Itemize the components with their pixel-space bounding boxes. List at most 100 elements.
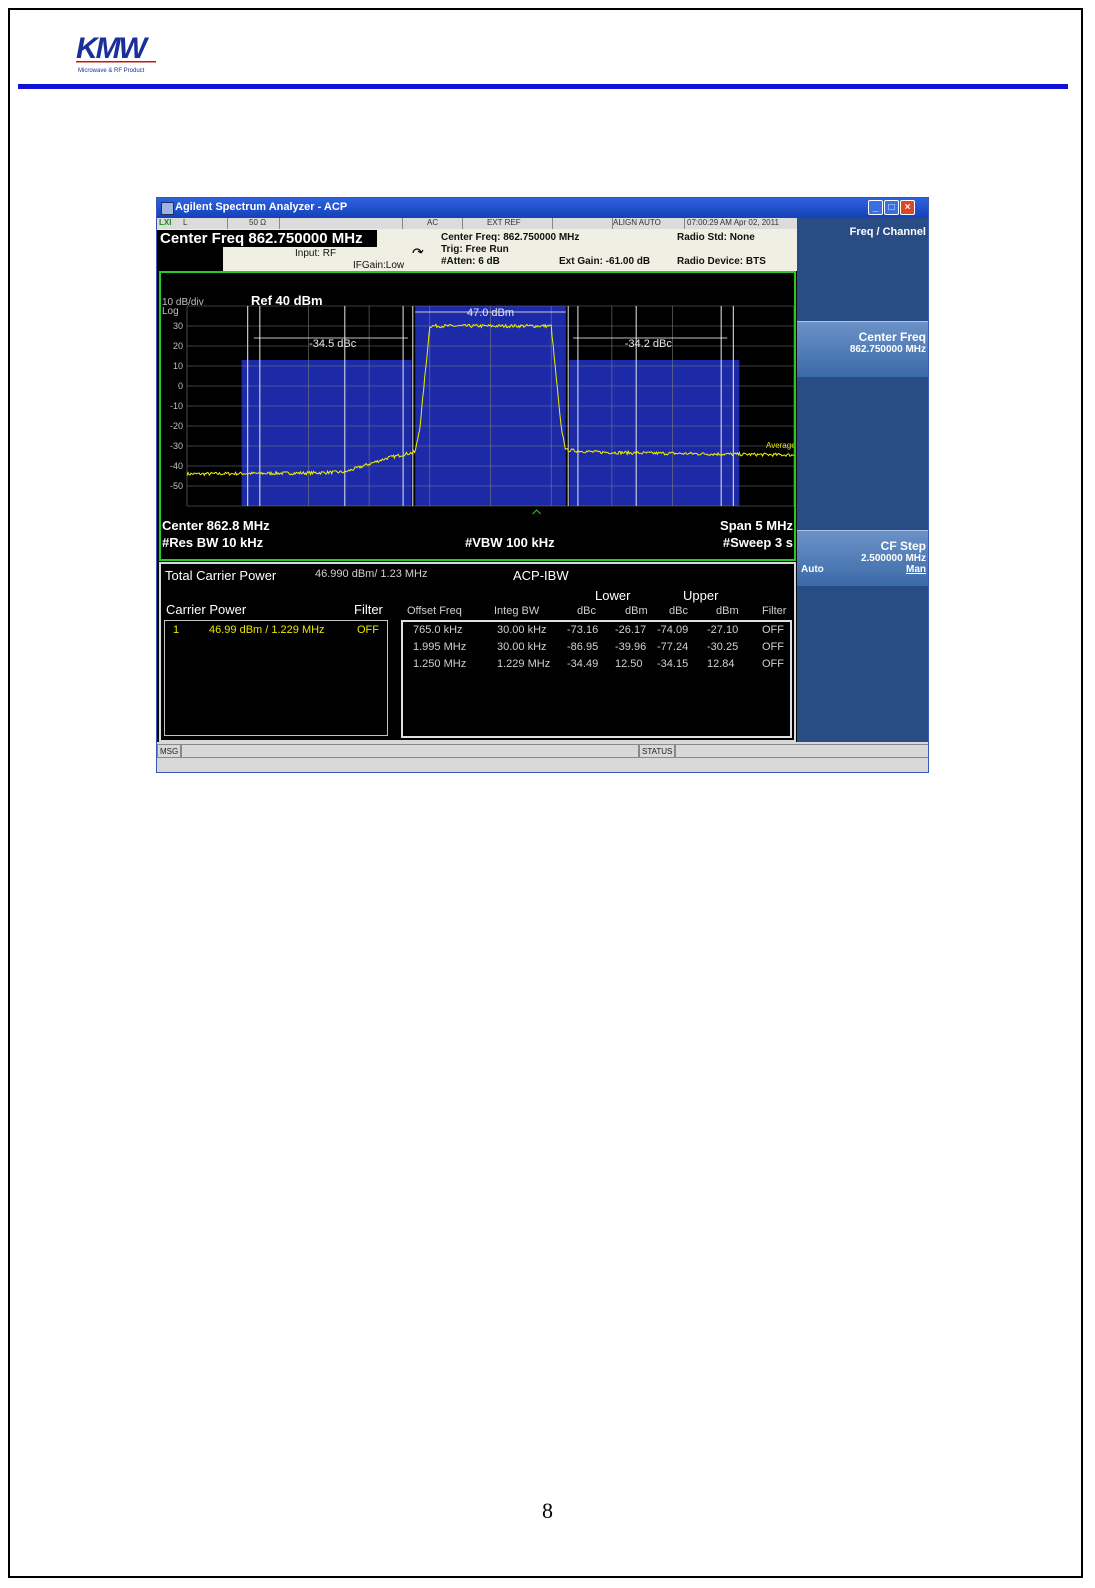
header-integ-bw: Integ BW <box>494 605 540 617</box>
page-number: 8 <box>542 1498 553 1523</box>
table-cell: 30.00 kHz <box>497 624 547 636</box>
table-cell: OFF <box>762 641 784 653</box>
status-coupling: AC <box>427 218 439 227</box>
maximize-button[interactable]: □ <box>884 200 899 215</box>
status-field: STATUS <box>639 744 675 758</box>
svg-text:KMW: KMW <box>76 32 150 65</box>
marker-caret <box>532 509 541 515</box>
total-carrier-value: 46.990 dBm/ 1.23 MHz <box>315 568 428 580</box>
minimize-button[interactable]: _ <box>868 200 883 215</box>
y-tick-label: -10 <box>170 401 183 411</box>
sweep-label: #Sweep 3 s <box>722 535 793 550</box>
header-rule <box>18 84 1068 89</box>
table-cell: OFF <box>762 624 784 636</box>
res-bw-label: #Res BW 10 kHz <box>162 535 264 550</box>
scale-type-label: Log <box>162 306 179 317</box>
y-tick-label: -30 <box>170 441 183 451</box>
y-tick-label: -50 <box>170 481 183 491</box>
lower-group-label: Lower <box>595 588 631 603</box>
cf-step-key-value: 2.500000 MHz <box>860 553 926 564</box>
status-ext-ref: EXT REF <box>487 218 521 227</box>
lower-adjacent-band <box>241 360 412 506</box>
kmw-logo: KMW Microwave & RF Product <box>76 32 156 74</box>
carrier-index: 1 <box>173 624 180 636</box>
table-cell: -39.96 <box>615 641 647 653</box>
table-cell: 12.50 <box>615 658 643 670</box>
carrier-power-label: Carrier Power <box>166 602 247 617</box>
status-impedance: 50 Ω <box>249 218 267 227</box>
spectrum-plot[interactable]: 30 20 10 0 -10 -20 -30 -40 -50 47.0 dBm -34.5 dBc -… <box>159 271 796 561</box>
table-cell: -73.16 <box>567 624 599 636</box>
logo-tagline: Microwave & RF Product <box>78 68 145 74</box>
carrier-power-annotation: 47.0 dBm <box>467 307 514 319</box>
y-tick-label: -40 <box>170 461 183 471</box>
acp-title: ACP-IBW <box>513 568 569 583</box>
close-button[interactable]: × <box>900 200 915 215</box>
msg-field: MSG <box>157 744 181 758</box>
table-cell: -34.49 <box>567 658 599 670</box>
table-cell: -30.25 <box>707 641 739 653</box>
center-freq-display[interactable]: Center Freq 862.750000 MHz <box>157 230 377 247</box>
table-cell: 1.250 MHz <box>413 658 467 670</box>
radio-std-info: Radio Std: None <box>677 232 755 243</box>
table-cell: -27.10 <box>707 624 739 636</box>
cf-step-auto[interactable]: Auto <box>801 564 824 575</box>
radio-device-info: Radio Device: BTS <box>677 256 766 267</box>
lower-dbc-annotation: -34.5 dBc <box>309 338 357 350</box>
y-tick-label: 20 <box>173 341 183 351</box>
table-cell: -77.24 <box>657 641 689 653</box>
msg-area <box>181 744 639 758</box>
vbw-label: #VBW 100 kHz <box>465 535 555 550</box>
status-bar: MSG STATUS <box>157 742 928 772</box>
center-freq-softkey[interactable]: Center Freq 862.750000 MHz <box>797 321 928 377</box>
header-filter: Filter <box>762 605 787 617</box>
table-cell: 1.229 MHz <box>497 658 551 670</box>
cf-step-man[interactable]: Man <box>906 564 926 575</box>
table-cell: -74.09 <box>657 624 689 636</box>
table-cell: -86.95 <box>567 641 599 653</box>
atten-info: #Atten: 6 dB <box>441 256 500 267</box>
header-lower-dbm: dBm <box>625 605 648 617</box>
center-freq-info: Center Freq: 862.750000 MHz <box>441 232 580 243</box>
app-icon <box>161 202 174 215</box>
y-tick-label: 0 <box>178 381 183 391</box>
trig-info: Trig: Free Run <box>441 244 509 255</box>
carrier-list <box>164 620 388 736</box>
carrier-power-value: 46.99 dBm / 1.229 MHz <box>209 624 325 636</box>
header-lower-dbc: dBc <box>577 605 596 617</box>
input-info: Input: RF <box>295 248 337 259</box>
header-upper-dbm: dBm <box>716 605 739 617</box>
y-tick-label: -20 <box>170 421 183 431</box>
spectrum-analyzer-window: Agilent Spectrum Analyzer - ACP _ □ × LX… <box>156 197 929 773</box>
span-label: Span 5 MHz <box>720 518 793 533</box>
upper-adjacent-band <box>569 360 740 506</box>
center-freq-key-label: Center Freq <box>858 330 926 344</box>
y-tick-label: 10 <box>173 361 183 371</box>
center-freq-key-value: 862.750000 MHz <box>849 344 926 355</box>
total-carrier-label: Total Carrier Power <box>165 568 277 583</box>
y-tick-label: 30 <box>173 321 183 331</box>
ref-level-label: Ref 40 dBm <box>251 293 323 308</box>
trace-average-label: Average <box>766 441 794 450</box>
status-timestamp: 07:00:29 AM Apr 02, 2011 <box>687 218 779 227</box>
lxi-indicator: LXI <box>159 218 172 227</box>
ext-gain-info: Ext Gain: -61.00 dB <box>559 256 651 267</box>
status-area <box>675 744 928 758</box>
status-l: L <box>183 218 188 227</box>
table-cell: 765.0 kHz <box>413 624 463 636</box>
measurement-panel: Total Carrier Power 46.990 dBm/ 1.23 MHz… <box>159 562 796 742</box>
table-cell: 1.995 MHz <box>413 641 467 653</box>
upper-group-label: Upper <box>683 588 719 603</box>
window-titlebar[interactable]: Agilent Spectrum Analyzer - ACP _ □ × <box>157 198 928 218</box>
upper-dbc-annotation: -34.2 dBc <box>625 338 673 350</box>
cf-step-softkey[interactable]: CF Step 2.500000 MHz Auto Man <box>797 530 928 586</box>
table-cell: -26.17 <box>615 624 647 636</box>
offset-table <box>401 620 792 738</box>
status-align: ALIGN AUTO <box>613 218 661 227</box>
header-offset-freq: Offset Freq <box>407 605 462 617</box>
softkey-panel: Freq / Channel Center Freq 862.750000 MH… <box>797 218 928 742</box>
filter-label: Filter <box>354 602 383 617</box>
table-cell: OFF <box>762 658 784 670</box>
spectrum-svg: 30 20 10 0 -10 -20 -30 -40 -50 47.0 dBm -34.5 dBc -… <box>170 305 794 515</box>
table-cell: -34.15 <box>657 658 689 670</box>
